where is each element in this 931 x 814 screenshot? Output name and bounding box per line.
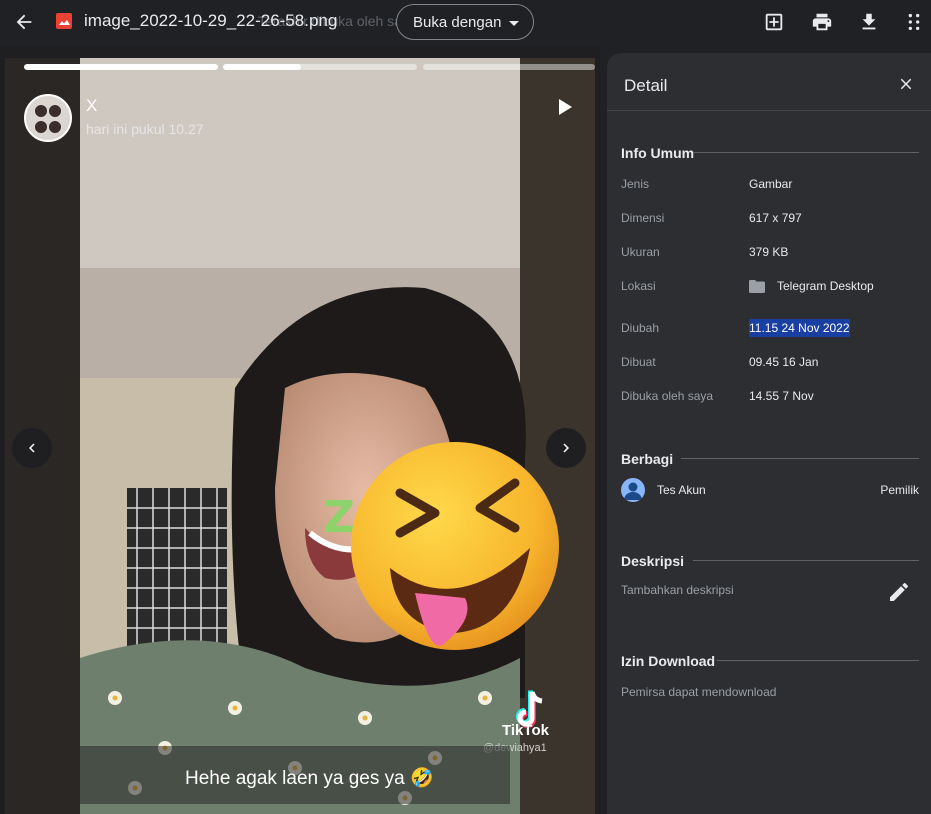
opened-value: 14.55 7 Nov: [749, 389, 814, 403]
section-download-title: Izin Download: [621, 653, 716, 669]
user-avatar: [621, 478, 645, 502]
close-icon: [900, 78, 912, 90]
description-placeholder[interactable]: Tambahkan deskripsi: [621, 583, 734, 597]
play-icon[interactable]: [557, 98, 573, 116]
add-to-drive-button[interactable]: [758, 6, 790, 38]
modified-label: Diubah: [621, 321, 660, 335]
more-options-button[interactable]: [898, 6, 930, 38]
preview-image: Z X hari ini pukul 10.27 TikTok @dewiahy…: [5, 58, 595, 814]
add-box-icon: [765, 13, 783, 31]
close-panel-button[interactable]: [893, 71, 919, 97]
dimension-value: 617 x 797: [749, 211, 802, 225]
edit-pencil-icon[interactable]: [887, 580, 911, 604]
chevron-right-icon: [563, 443, 569, 453]
modified-value: 11.15 24 Nov 2022: [749, 319, 850, 337]
location-value[interactable]: Telegram Desktop: [777, 279, 874, 293]
open-with-button[interactable]: Buka dengan: [396, 4, 534, 40]
folder-icon: [749, 280, 765, 293]
section-divider: [693, 560, 919, 561]
image-viewer: Z X hari ini pukul 10.27 TikTok @dewiahy…: [0, 46, 600, 814]
open-with-label: Buka dengan: [413, 13, 502, 31]
tiktok-label: TikTok: [502, 722, 549, 739]
story-progress: [24, 64, 595, 70]
download-button[interactable]: [853, 6, 885, 38]
story-progress-bar-1: [24, 64, 218, 70]
panel-title: Detail: [624, 76, 668, 95]
location-label: Lokasi: [621, 279, 656, 293]
previous-button[interactable]: [12, 428, 52, 468]
opened-label: Dibuka oleh saya: [621, 389, 714, 403]
section-general-title: Info Umum: [621, 145, 695, 161]
created-value: 09.45 16 Jan: [749, 355, 819, 369]
story-timestamp: hari ini pukul 10.27: [86, 121, 204, 137]
story-progress-bar-2: [223, 64, 417, 70]
caret-down-icon: [509, 21, 519, 26]
created-label: Dibuat: [621, 355, 656, 369]
size-label: Ukuran: [621, 245, 660, 259]
arrow-back-icon: [16, 14, 32, 30]
download-icon: [862, 13, 876, 30]
section-divider: [717, 660, 919, 661]
download-permission-text: Pemirsa dapat mendownload: [621, 685, 777, 699]
chevron-left-icon: [29, 443, 35, 453]
file-name: image_2022-10-29_22-26-58.png: [84, 11, 338, 30]
svg-text:Z: Z: [323, 492, 355, 543]
detail-panel-header: Detail: [607, 53, 931, 111]
section-divider: [681, 458, 919, 459]
story-progress-bar-3: [423, 64, 595, 70]
section-sharing-title: Berbagi: [621, 451, 674, 467]
dimension-label: Dimensi: [621, 211, 665, 225]
section-divider: [693, 152, 919, 153]
print-button[interactable]: [806, 6, 838, 38]
next-button[interactable]: [546, 428, 586, 468]
shared-user-name: Tes Akun: [657, 483, 706, 497]
type-value: Gambar: [749, 177, 793, 191]
story-caption: Hehe agak laen ya ges ya 🤣: [185, 768, 434, 789]
image-file-icon: [56, 13, 72, 29]
type-label: Jenis: [621, 177, 650, 191]
shared-user-role: Pemilik: [880, 483, 919, 497]
more-dots-icon: [908, 13, 920, 31]
top-bar: Terakhir dibuka oleh saya · Disimpan di …: [0, 0, 931, 46]
back-button[interactable]: [8, 6, 40, 38]
size-value: 379 KB: [749, 245, 789, 259]
print-icon: [812, 13, 832, 31]
detail-panel: Detail Info Umum Jenis Gambar Dimensi 61…: [607, 53, 931, 814]
story-username: X: [86, 96, 98, 115]
story-avatar: [24, 94, 72, 142]
section-description-title: Deskripsi: [621, 553, 685, 569]
